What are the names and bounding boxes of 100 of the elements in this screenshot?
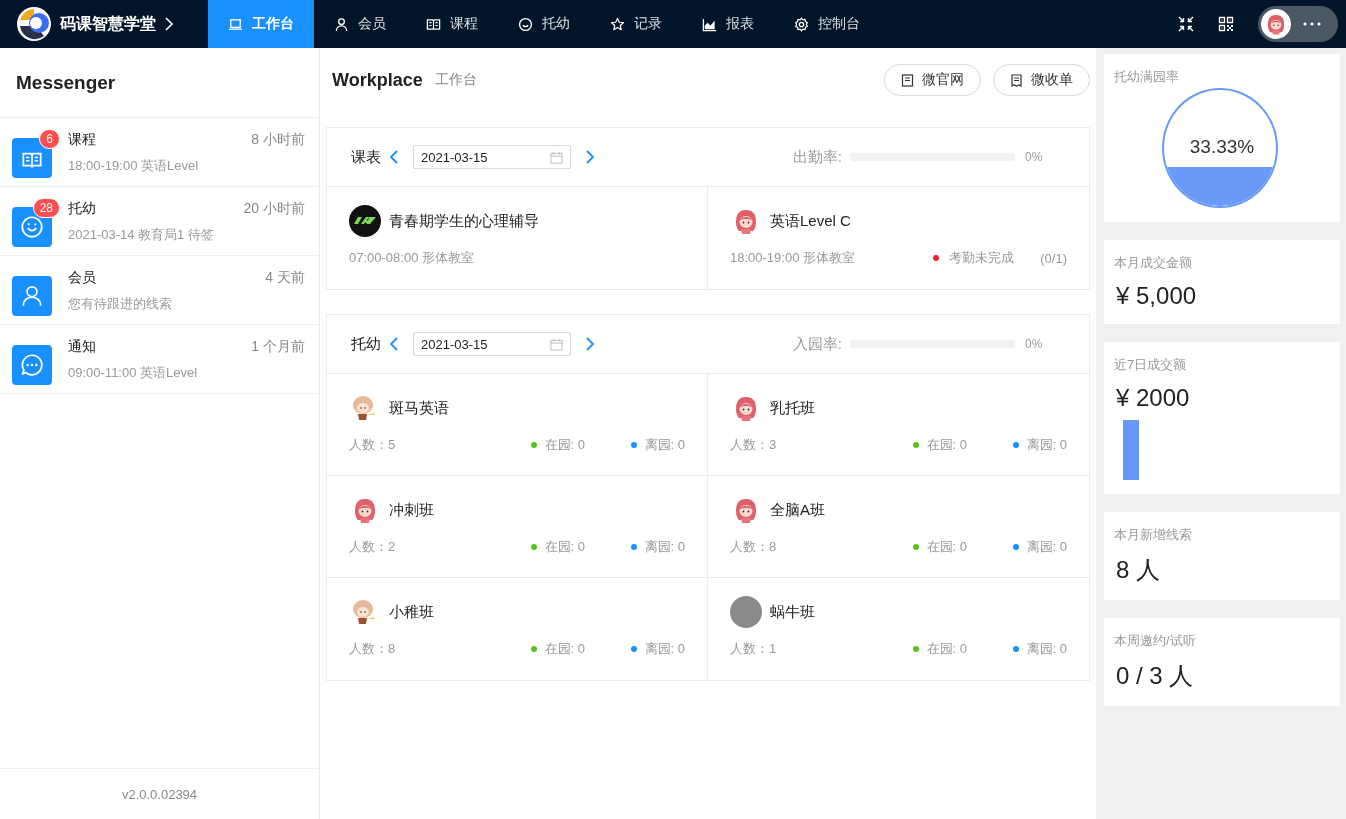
message-title: 课程 — [68, 131, 96, 149]
stat-title: 托幼满园率 — [1114, 68, 1180, 86]
message-time: 4 天前 — [265, 269, 305, 287]
course-name[interactable]: 英语Level C — [770, 211, 851, 231]
rate-value: 0% — [1025, 337, 1044, 351]
header-button[interactable]: 微收单 — [993, 64, 1090, 96]
chevron-left-icon[interactable] — [389, 336, 399, 352]
document-icon — [1010, 73, 1023, 87]
status-count: 在园: 0 — [544, 538, 585, 556]
headcount: 人数：1 — [730, 640, 778, 658]
class-name[interactable]: 冲刺班 — [389, 500, 434, 520]
message-item[interactable]: 28 托幼 20 小时前 2021-03-14 教育局1 待签 — [0, 187, 319, 256]
nav-tab[interactable]: 报表 — [682, 0, 774, 48]
chevron-left-icon[interactable] — [389, 149, 399, 165]
laptop-icon — [228, 16, 243, 32]
attendance-count: (0/1) — [1040, 250, 1067, 266]
message-item[interactable]: 6 课程 8 小时前 18:00-19:00 英语Level — [0, 118, 319, 187]
status-label: 考勤未完成 — [949, 249, 1015, 267]
brand-name[interactable]: 码课智慧学堂 — [60, 13, 156, 35]
stat-title: 本月成交金额 — [1114, 254, 1193, 272]
status-count: 在园: 0 — [926, 538, 967, 556]
date-field[interactable]: 2021-03-15 — [413, 332, 571, 356]
unread-count: 6 — [39, 129, 60, 149]
message-preview: 您有待跟进的线索 — [68, 295, 173, 313]
headcount: 人数：8 — [349, 640, 397, 658]
version-label: v2.0.0.02394 — [0, 768, 319, 819]
nav-tab[interactable]: 会员 — [314, 0, 406, 48]
unread-count: 28 — [32, 198, 60, 218]
area-chart-icon — [702, 16, 717, 32]
message-time: 1 个月前 — [251, 338, 305, 356]
calendar-icon[interactable] — [550, 150, 563, 164]
message-title: 通知 — [68, 338, 96, 356]
smiley-icon — [518, 16, 533, 32]
headcount: 人数：5 — [349, 436, 397, 454]
status-count: 离园: 0 — [1026, 538, 1067, 556]
status-count: 离园: 0 — [644, 538, 685, 556]
stat-value: ¥ 5,000 — [1115, 282, 1198, 310]
stat-value: 8 人 — [1115, 555, 1161, 585]
brand-logo-icon[interactable] — [16, 6, 52, 42]
stat-title: 本月新增线索 — [1114, 526, 1193, 544]
rate-label: 入园率: — [792, 334, 842, 354]
nav-tab[interactable]: 控制台 — [774, 0, 880, 48]
status-count: 在园: 0 — [926, 436, 967, 454]
header-button[interactable]: 微官网 — [884, 64, 981, 96]
gauge-value: 33.33% — [1188, 136, 1256, 158]
nav-tab[interactable]: 托幼 — [498, 0, 590, 48]
mini-bar-chart — [1123, 420, 1139, 480]
document-icon — [901, 73, 914, 87]
date-field[interactable]: 2021-03-15 — [413, 145, 571, 169]
qr-code-icon[interactable] — [1218, 16, 1234, 32]
photo-placeholder — [730, 596, 762, 628]
class-name[interactable]: 乳托班 — [770, 398, 815, 418]
settings-icon — [794, 16, 809, 32]
status-count: 在园: 0 — [926, 640, 967, 658]
book-icon — [426, 16, 441, 32]
course-time: 07:00-08:00 形体教室 — [349, 249, 475, 267]
headcount: 人数：3 — [730, 436, 778, 454]
chat-icon — [19, 352, 45, 378]
message-item[interactable]: 会员 4 天前 您有待跟进的线索 — [0, 256, 319, 325]
rate-label: 出勤率: — [792, 147, 842, 167]
sidebar-title: Messenger — [0, 48, 319, 118]
class-name[interactable]: 全脑A班 — [770, 500, 825, 520]
course-name[interactable]: 青春期学生的心理辅导 — [389, 211, 539, 231]
message-time: 20 小时前 — [243, 200, 305, 218]
smiley-icon — [19, 214, 45, 240]
message-time: 8 小时前 — [251, 131, 305, 149]
nav-tab[interactable]: 课程 — [406, 0, 498, 48]
message-item[interactable]: 通知 1 个月前 09:00-11:00 英语Level — [0, 325, 319, 394]
status-count: 在园: 0 — [544, 640, 585, 658]
class-name[interactable]: 蜗牛班 — [770, 602, 815, 622]
course-time: 18:00-19:00 形体教室 — [730, 249, 856, 267]
message-title: 托幼 — [68, 200, 96, 218]
status-count: 离园: 0 — [644, 436, 685, 454]
page-subtitle: 工作台 — [434, 71, 478, 89]
message-preview: 18:00-19:00 英语Level — [68, 157, 200, 175]
status-count: 离园: 0 — [1026, 436, 1067, 454]
logo-avatar-icon — [349, 205, 381, 237]
class-name[interactable]: 小稚班 — [389, 602, 434, 622]
headcount: 人数：8 — [730, 538, 778, 556]
stat-value: 0 / 3 人 — [1115, 661, 1195, 691]
user-menu[interactable] — [1258, 6, 1338, 42]
more-icon — [1303, 22, 1321, 26]
status-count: 离园: 0 — [1026, 640, 1067, 658]
page-title: Workplace — [332, 69, 423, 91]
message-preview: 09:00-11:00 英语Level — [68, 364, 199, 382]
collapse-icon[interactable] — [1178, 16, 1194, 32]
message-preview: 2021-03-14 教育局1 待签 — [68, 226, 215, 244]
nav-tab[interactable]: 记录 — [590, 0, 682, 48]
calendar-icon[interactable] — [550, 337, 563, 351]
stat-value: ¥ 2000 — [1115, 384, 1191, 412]
rate-value: 0% — [1025, 150, 1044, 164]
headcount: 人数：2 — [349, 538, 397, 556]
section-title: 托幼 — [351, 334, 381, 354]
section-title: 课表 — [351, 147, 381, 167]
status-count: 在园: 0 — [544, 436, 585, 454]
stat-title: 本周邀约/试听 — [1114, 632, 1197, 650]
person-icon — [334, 16, 349, 32]
class-name[interactable]: 斑马英语 — [389, 398, 449, 418]
message-title: 会员 — [68, 269, 96, 287]
star-icon — [610, 16, 625, 32]
